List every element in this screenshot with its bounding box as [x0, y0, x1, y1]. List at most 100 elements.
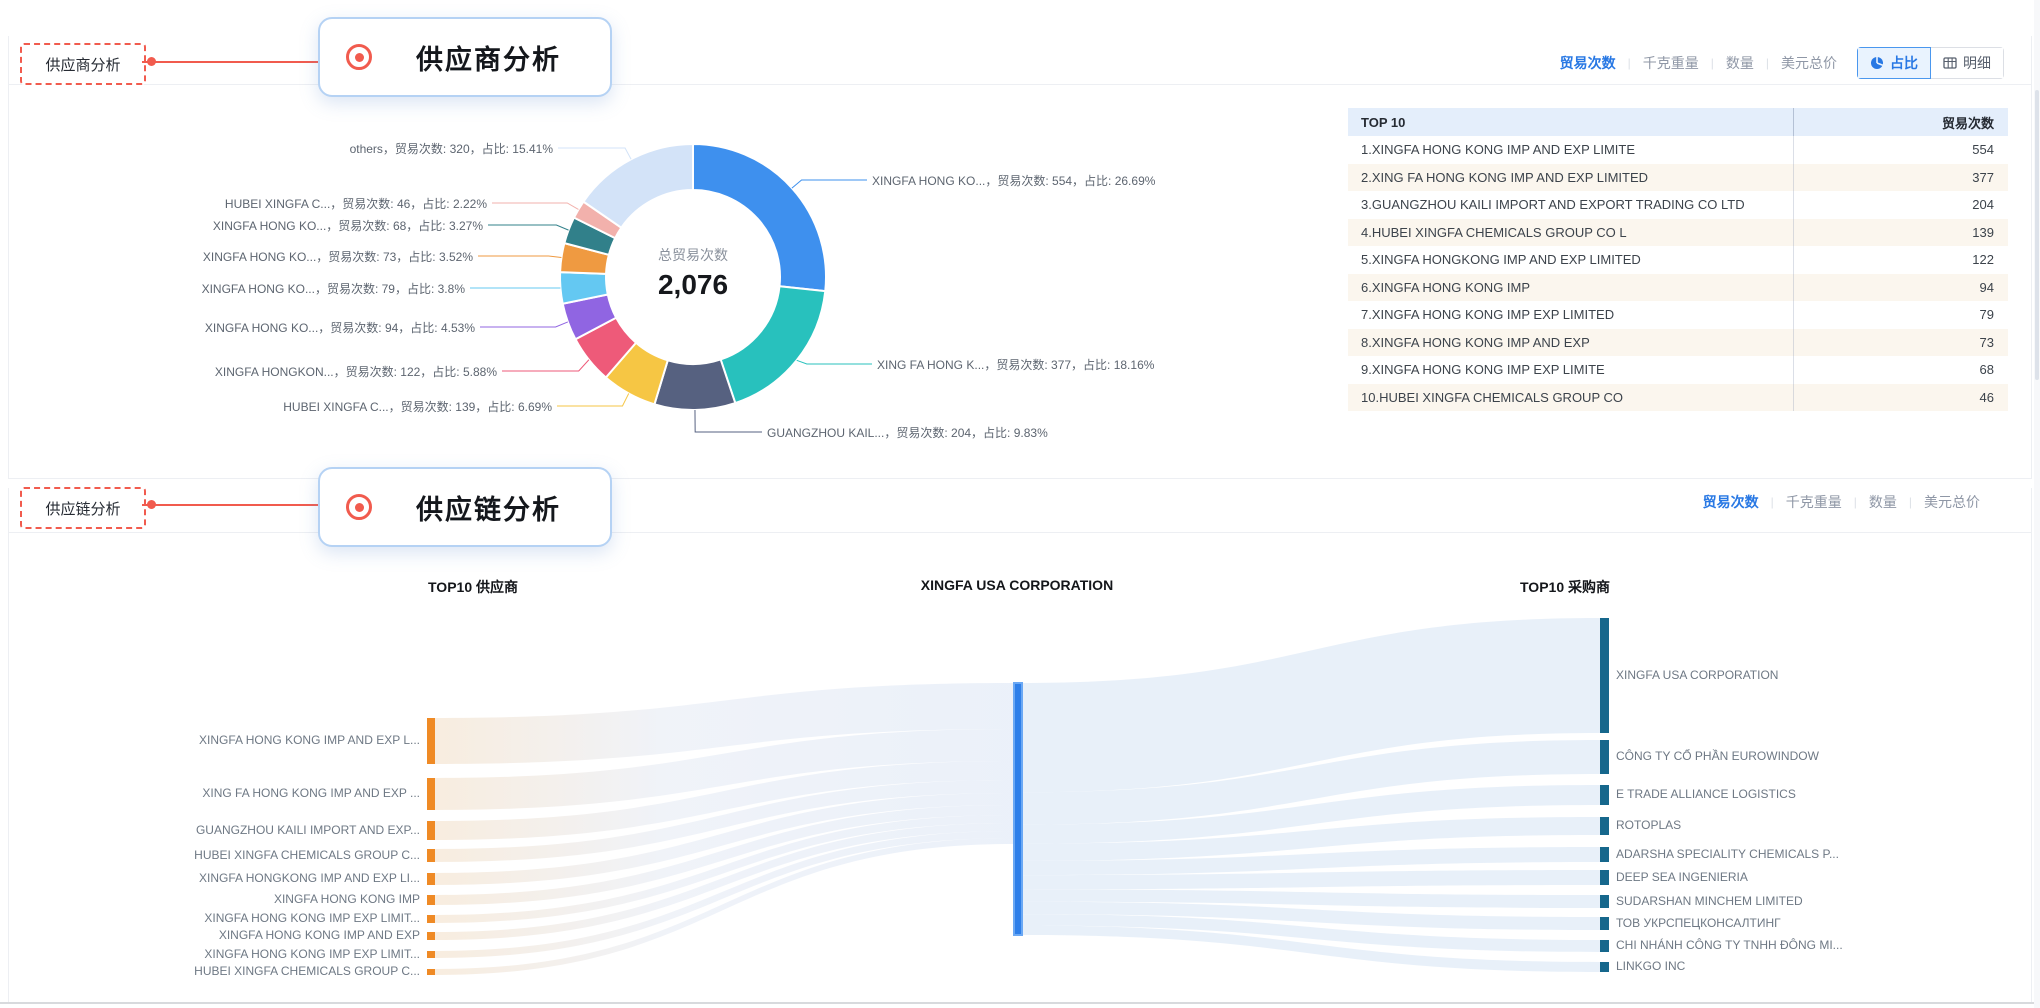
sankey-buyer-node[interactable] [1600, 847, 1609, 862]
tab-usd-total[interactable]: 美元总价 [1924, 492, 1980, 512]
sankey-buyer-node[interactable] [1600, 917, 1609, 930]
table-header-row: TOP 10 贸易次数 [1348, 108, 2008, 136]
table-body: 1.XINGFA HONG KONG IMP AND EXP LIMITE554… [1348, 136, 2008, 411]
section2-tag: 供应链分析 [20, 487, 146, 529]
sankey-supplier-node[interactable] [427, 821, 435, 840]
donut-label-leader-line [480, 322, 568, 327]
donut-slice-label: XINGFA HONGKON...，贸易次数: 122，占比: 5.88% [215, 363, 497, 380]
sankey-buyer-node[interactable] [1600, 618, 1609, 733]
toggle-pie-view-button[interactable]: 占比 [1857, 47, 1931, 79]
sankey-buyer-node[interactable] [1600, 962, 1609, 972]
table-cell-company: 1.XINGFA HONG KONG IMP AND EXP LIMITE [1348, 136, 1794, 164]
page: 供应商分析 供应商分析 贸易次数|千克重量|数量|美元总价 占比 明细 [0, 0, 2040, 1008]
donut-label-leader-line [792, 180, 867, 188]
sankey-buyer-node[interactable] [1600, 870, 1609, 885]
table-cell-company: 6.XINGFA HONG KONG IMP [1348, 274, 1794, 302]
sankey-buyer-node[interactable] [1600, 740, 1609, 774]
section1-toolbar: 贸易次数|千克重量|数量|美元总价 占比 明细 [1560, 47, 2004, 79]
donut-label-leader-line [695, 410, 762, 432]
sankey-supplier-node[interactable] [427, 849, 435, 862]
scrollbar-thumb[interactable] [2035, 90, 2039, 380]
sankey-supplier-label: XINGFA HONGKONG IMP AND EXP LI... [199, 871, 420, 885]
sankey-supplier-label: XINGFA HONG KONG IMP AND EXP [219, 928, 420, 942]
donut-slice[interactable] [721, 286, 826, 403]
section2-tag-label: 供应链分析 [45, 498, 120, 519]
table-cell-company: 8.XINGFA HONG KONG IMP AND EXP [1348, 329, 1794, 357]
sankey-buyer-label: XINGFA USA CORPORATION [1616, 668, 1778, 682]
section2-header-divider [8, 532, 2032, 533]
sankey-buyer-label: CÔNG TY CỔ PHẦN EUROWINDOW [1616, 749, 1819, 763]
table-row: 10.HUBEI XINGFA CHEMICALS GROUP CO46 [1348, 384, 2008, 412]
table-row: 3.GUANGZHOU KAILI IMPORT AND EXPORT TRAD… [1348, 191, 2008, 219]
sankey-supplier-label: XING FA HONG KONG IMP AND EXP ... [202, 786, 420, 800]
table-cell-value: 554 [1794, 136, 2008, 164]
table-cell-company: 2.XING FA HONG KONG IMP AND EXP LIMITED [1348, 164, 1794, 192]
toggle-detail-view-button[interactable]: 明细 [1931, 47, 2004, 79]
sankey-supplier-node[interactable] [427, 718, 435, 764]
tab-separator: | [1628, 56, 1631, 70]
table-cell-value: 122 [1794, 246, 2008, 274]
section2-callout: 供应链分析 [318, 467, 612, 547]
sankey-supplier-label: XINGFA HONG KONG IMP EXP LIMIT... [204, 947, 420, 961]
donut-slice-label: XING FA HONG K...，贸易次数: 377，占比: 18.16% [877, 356, 1154, 373]
sankey-buyer-label: LINKGO INC [1616, 959, 1685, 973]
sankey-supplier-label: HUBEI XINGFA CHEMICALS GROUP C... [194, 964, 420, 978]
sankey-supplier-label: XINGFA HONG KONG IMP [274, 892, 420, 906]
donut-label-leader-line [557, 393, 629, 406]
sankey-supplier-node[interactable] [427, 951, 435, 958]
donut-label-leader-line [558, 148, 631, 159]
sankey-buyer-label: ADARSHA SPECIALITY CHEMICALS P... [1616, 847, 1839, 861]
sankey-buyer-label: ROTOPLAS [1616, 818, 1681, 832]
table-cell-value: 73 [1794, 329, 2008, 357]
sankey-buyer-label: E TRADE ALLIANCE LOGISTICS [1616, 787, 1796, 801]
tab-usd-total[interactable]: 美元总价 [1781, 53, 1837, 73]
table-cell-value: 204 [1794, 191, 2008, 219]
section1-metric-tabs: 贸易次数|千克重量|数量|美元总价 [1560, 53, 1837, 73]
donut-label-leader-line [478, 256, 561, 258]
sankey-center-node[interactable] [1014, 683, 1022, 935]
sankey-buyer-node[interactable] [1600, 817, 1609, 835]
donut-slice-label: XINGFA HONG KO...，贸易次数: 73，占比: 3.52% [203, 248, 473, 265]
sankey-supplier-node[interactable] [427, 895, 435, 905]
donut-slice-label: XINGFA HONG KO...，贸易次数: 554，占比: 26.69% [872, 172, 1155, 189]
table-cell-value: 46 [1794, 384, 2008, 412]
section1-tag-label: 供应商分析 [45, 54, 120, 75]
section1-tag: 供应商分析 [20, 43, 146, 85]
tab-kg-weight[interactable]: 千克重量 [1643, 53, 1699, 73]
sankey-supplier-label: XINGFA HONG KONG IMP AND EXP L... [199, 733, 420, 747]
donut-slice-label: GUANGZHOU KAIL...，贸易次数: 204，占比: 9.83% [767, 424, 1048, 441]
table-cell-company: 7.XINGFA HONG KONG IMP EXP LIMITED [1348, 301, 1794, 329]
table-row: 8.XINGFA HONG KONG IMP AND EXP73 [1348, 329, 2008, 357]
tab-trade-count[interactable]: 贸易次数 [1703, 492, 1759, 512]
sankey-buyer-node[interactable] [1600, 895, 1609, 908]
donut-slice-label: XINGFA HONG KO...，贸易次数: 79，占比: 3.8% [202, 280, 465, 297]
table-row: 6.XINGFA HONG KONG IMP94 [1348, 274, 2008, 302]
tab-quantity[interactable]: 数量 [1726, 53, 1754, 73]
sankey-buyer-node[interactable] [1600, 940, 1609, 952]
view-toggle: 占比 明细 [1857, 47, 2004, 79]
sankey-supplier-node[interactable] [427, 915, 435, 923]
table-cell-value: 139 [1794, 219, 2008, 247]
table-row: 9.XINGFA HONG KONG IMP EXP LIMITE68 [1348, 356, 2008, 384]
table-cell-value: 377 [1794, 164, 2008, 192]
table-row: 1.XINGFA HONG KONG IMP AND EXP LIMITE554 [1348, 136, 2008, 164]
section2-metric-tabs: 贸易次数|千克重量|数量|美元总价 [1703, 492, 1980, 512]
donut-label-leader-line [492, 203, 578, 209]
tab-kg-weight[interactable]: 千克重量 [1786, 492, 1842, 512]
sankey-supplier-node[interactable] [427, 969, 435, 975]
donut-label-leader-line [502, 360, 589, 371]
sankey-buyer-node[interactable] [1600, 785, 1609, 805]
sankey-supplier-node[interactable] [427, 873, 435, 885]
sankey-supplier-node[interactable] [427, 778, 435, 810]
tab-separator: | [1711, 56, 1714, 70]
sankey-supplier-label: GUANGZHOU KAILI IMPORT AND EXP... [196, 823, 420, 837]
tab-trade-count[interactable]: 贸易次数 [1560, 53, 1616, 73]
section2-toolbar: 贸易次数|千克重量|数量|美元总价 [1703, 492, 1980, 512]
tab-quantity[interactable]: 数量 [1869, 492, 1897, 512]
table-row: 2.XING FA HONG KONG IMP AND EXP LIMITED3… [1348, 164, 2008, 192]
donut-center-value: 2,076 [658, 269, 728, 301]
toggle-detail-label: 明细 [1963, 53, 1991, 73]
sankey-buyer-label: SUDARSHAN MINCHEM LIMITED [1616, 894, 1803, 908]
donut-slice-label: others，贸易次数: 320，占比: 15.41% [350, 140, 553, 157]
sankey-supplier-node[interactable] [427, 932, 435, 940]
